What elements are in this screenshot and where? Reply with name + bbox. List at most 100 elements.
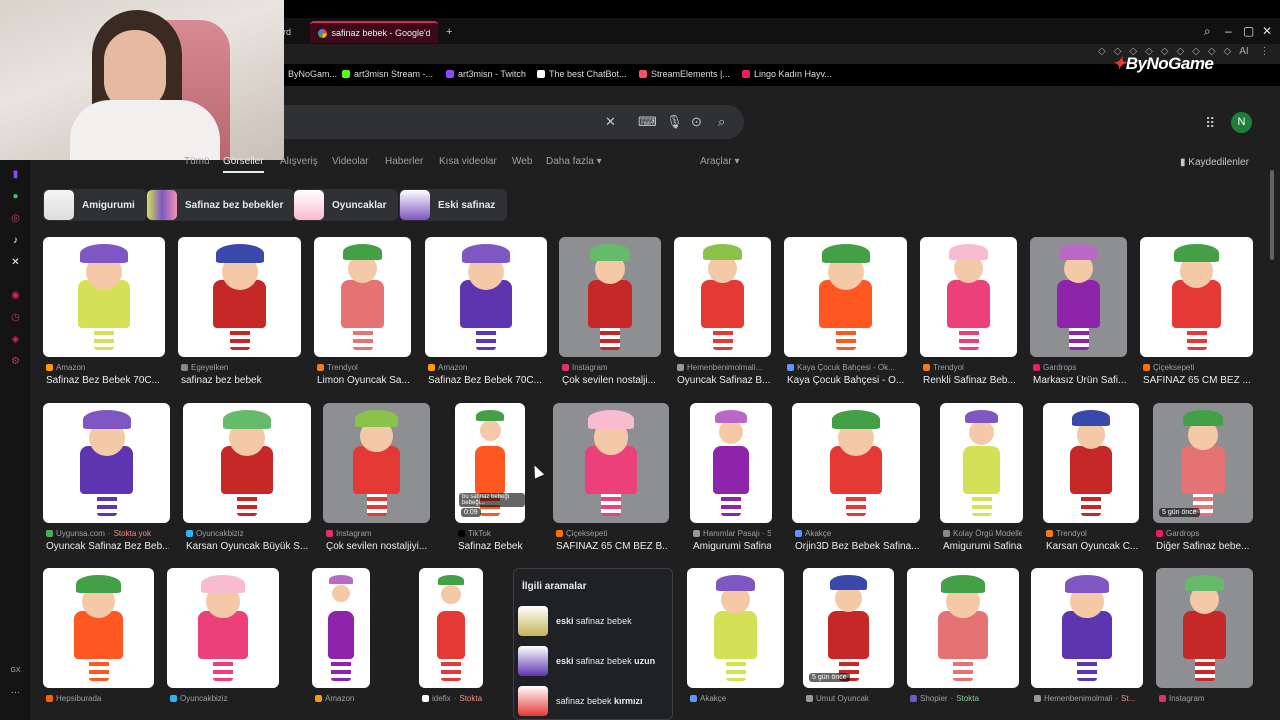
image-result-card[interactable]: Oyuncakbiziz	[167, 568, 279, 720]
tools-button[interactable]: Araçlar ▾	[700, 156, 740, 167]
bookmark-chatbot[interactable]: The best ChatBot...	[537, 69, 627, 79]
maximize-icon[interactable]: ▢	[1243, 24, 1254, 38]
lens-camera-icon[interactable]: ⊙	[691, 114, 702, 130]
result-thumbnail[interactable]	[312, 568, 370, 688]
bookmark-bynogame[interactable]: ByNoGam...	[276, 69, 337, 79]
image-result-card[interactable]: Amazon	[312, 568, 370, 720]
result-title[interactable]: Oyuncak Safinaz B...	[677, 375, 770, 386]
tab-more[interactable]: Daha fazla ▾	[546, 156, 602, 167]
bookmark-lingo[interactable]: Lingo Kadın Hayv...	[742, 69, 832, 79]
result-thumbnail[interactable]	[314, 237, 411, 357]
result-title[interactable]: Limon Oyuncak Sa...	[317, 375, 410, 386]
image-result-card[interactable]: Shopier · Stokta	[907, 568, 1019, 720]
result-title[interactable]: SAFİNAZ 65 CM BEZ B...	[556, 541, 668, 552]
result-thumbnail[interactable]	[425, 237, 547, 357]
result-title[interactable]: Renkli Safinaz Beb...	[923, 375, 1016, 386]
result-title[interactable]: safinaz bez bebek	[181, 375, 300, 386]
image-result-card[interactable]: Amazon Safinaz Bez Bebek 70C...	[43, 237, 165, 389]
tiktok-icon[interactable]: ♪	[10, 235, 21, 246]
image-result-card[interactable]: Uygunsa.com · Stokta yok Oyuncak Safinaz Be…	[43, 403, 170, 555]
tab-short-videos[interactable]: Kısa videolar	[439, 156, 497, 167]
saved-button[interactable]: ▮ Kaydedilenler	[1180, 157, 1249, 168]
related-search-item[interactable]: eski safinaz bebek	[518, 606, 670, 636]
search-icon[interactable]: ⌕	[718, 114, 725, 130]
image-result-card[interactable]: idefix·Stokta yok	[419, 568, 483, 720]
image-result-card[interactable]: 0:09 bu safinaz bebeği bebeği... TikTok Saf…	[455, 403, 525, 555]
tab-images[interactable]: Görseller	[223, 156, 264, 173]
result-title[interactable]: Çok sevilen nostalji...	[562, 375, 660, 386]
search-tabs-icon[interactable]: ⌕	[1204, 24, 1211, 39]
result-thumbnail[interactable]	[1156, 568, 1253, 688]
account-avatar[interactable]: N	[1231, 112, 1252, 133]
result-thumbnail[interactable]	[792, 403, 920, 523]
result-title[interactable]: Amigurumi Safinaz...	[693, 541, 771, 552]
image-result-card[interactable]: Oyuncakbiziz Karsan Oyuncak Büyük S...	[183, 403, 311, 555]
result-thumbnail[interactable]	[1043, 403, 1139, 523]
settings-icon[interactable]: ⚙	[10, 356, 21, 367]
result-title[interactable]: Diğer Safinaz bebe...	[1156, 541, 1252, 552]
image-result-card[interactable]: 5 gün önce Umut Oyuncak	[803, 568, 894, 720]
tab-news[interactable]: Haberler	[385, 156, 423, 167]
result-title[interactable]: Karsan Oyuncak C...	[1046, 541, 1138, 552]
image-result-card[interactable]: Çiçeksepeti SAFİNAZ 65 CM BEZ ...	[1140, 237, 1253, 389]
instagram-icon[interactable]: ◎	[10, 213, 21, 224]
minimize-icon[interactable]: –	[1225, 24, 1232, 38]
bookmark-streamelements[interactable]: StreamElements |...	[639, 69, 730, 79]
image-result-card[interactable]: Hepsiburada	[43, 568, 154, 720]
result-title[interactable]: Safinaz Bez Bebek 70C...	[46, 375, 164, 386]
tab-videos[interactable]: Videolar	[332, 156, 369, 167]
image-result-card[interactable]: Instagram Çok sevilen nostalji...	[559, 237, 661, 389]
related-search-item[interactable]: safinaz bebek kırmızı	[518, 686, 670, 716]
image-result-card[interactable]: Trendyol Limon Oyuncak Sa...	[314, 237, 411, 389]
result-thumbnail[interactable]	[43, 403, 170, 523]
tab-google-search[interactable]: safinaz bebek - Google'da	[310, 21, 438, 43]
image-result-card[interactable]: Hanımlar Pasajı · S... Amigurumi Safinaz.…	[690, 403, 772, 555]
close-window-icon[interactable]: ✕	[1262, 24, 1272, 38]
result-thumbnail[interactable]	[784, 237, 907, 357]
result-thumbnail[interactable]	[553, 403, 669, 523]
history-icon[interactable]: ◷	[10, 312, 21, 323]
extensions-icon[interactable]: ◈	[10, 334, 21, 345]
bookmark-kick-stream[interactable]: art3misn Stream -...	[342, 69, 433, 79]
result-thumbnail[interactable]	[559, 237, 661, 357]
result-thumbnail[interactable]: 5 gün önce	[1153, 403, 1253, 523]
result-title[interactable]: Karsan Oyuncak Büyük S...	[186, 541, 310, 552]
result-title[interactable]: Markasız Ürün Safi...	[1033, 375, 1126, 386]
result-thumbnail[interactable]	[183, 403, 311, 523]
image-result-card[interactable]: Trendyol Renkli Safinaz Beb...	[920, 237, 1017, 389]
result-title[interactable]: Orjin3D Bez Bebek Safina...	[795, 541, 919, 552]
result-title[interactable]: Oyuncak Safinaz Bez Beb...	[46, 541, 169, 552]
chip-amigurumi[interactable]: Amigurumi	[43, 189, 147, 221]
result-title[interactable]: Çok sevilen nostaljiyi...	[326, 541, 429, 552]
image-result-card[interactable]: Kolay Örgü Modelleri Amigurumi Safinaz...	[940, 403, 1023, 555]
image-result-card[interactable]: Trendyol Karsan Oyuncak C...	[1043, 403, 1139, 555]
result-thumbnail[interactable]	[674, 237, 771, 357]
result-thumbnail[interactable]	[1031, 568, 1143, 688]
chip-safinaz-bez-bebekler[interactable]: Safinaz bez bebekler	[146, 189, 296, 221]
result-thumbnail[interactable]	[1140, 237, 1253, 357]
result-title[interactable]: Safinaz Bez Bebek 70C...	[428, 375, 546, 386]
image-result-card[interactable]: Akakçe Orjin3D Bez Bebek Safina...	[792, 403, 920, 555]
x-icon[interactable]: ✕	[10, 257, 21, 268]
whatsapp-icon[interactable]: ●	[10, 191, 21, 202]
image-result-card[interactable]: Gardrops Markasız Ürün Safi...	[1030, 237, 1127, 389]
keyboard-icon[interactable]: ⌨	[638, 114, 657, 130]
image-result-card[interactable]: Hemenbenimolmali... Oyuncak Safinaz B...	[674, 237, 771, 389]
image-result-card[interactable]: Kaya Çocuk Bahçesi - Ok... Kaya Çocuk Bah…	[784, 237, 907, 389]
result-thumbnail[interactable]	[167, 568, 279, 688]
chip-oyuncaklar[interactable]: Oyuncaklar	[293, 189, 399, 221]
tab-web[interactable]: Web	[512, 156, 532, 167]
microphone-icon[interactable]: 🎙	[666, 114, 683, 130]
image-result-card[interactable]: Akakçe	[687, 568, 784, 720]
image-result-card[interactable]: Instagram Çok sevilen nostaljiyi...	[323, 403, 430, 555]
result-title[interactable]: Amigurumi Safinaz...	[943, 541, 1022, 552]
result-thumbnail[interactable]	[907, 568, 1019, 688]
result-thumbnail[interactable]	[43, 568, 154, 688]
result-thumbnail[interactable]: 0:09 bu safinaz bebeği bebeği...	[455, 403, 525, 523]
result-thumbnail[interactable]	[43, 237, 165, 357]
result-title[interactable]: Safinaz Bebek Oy...	[458, 541, 524, 552]
image-result-card[interactable]: 5 gün önce Gardrops Diğer Safinaz bebe...	[1153, 403, 1253, 555]
result-thumbnail[interactable]	[178, 237, 301, 357]
image-result-card[interactable]: Instagram	[1156, 568, 1253, 720]
new-tab-button[interactable]: +	[438, 21, 460, 43]
